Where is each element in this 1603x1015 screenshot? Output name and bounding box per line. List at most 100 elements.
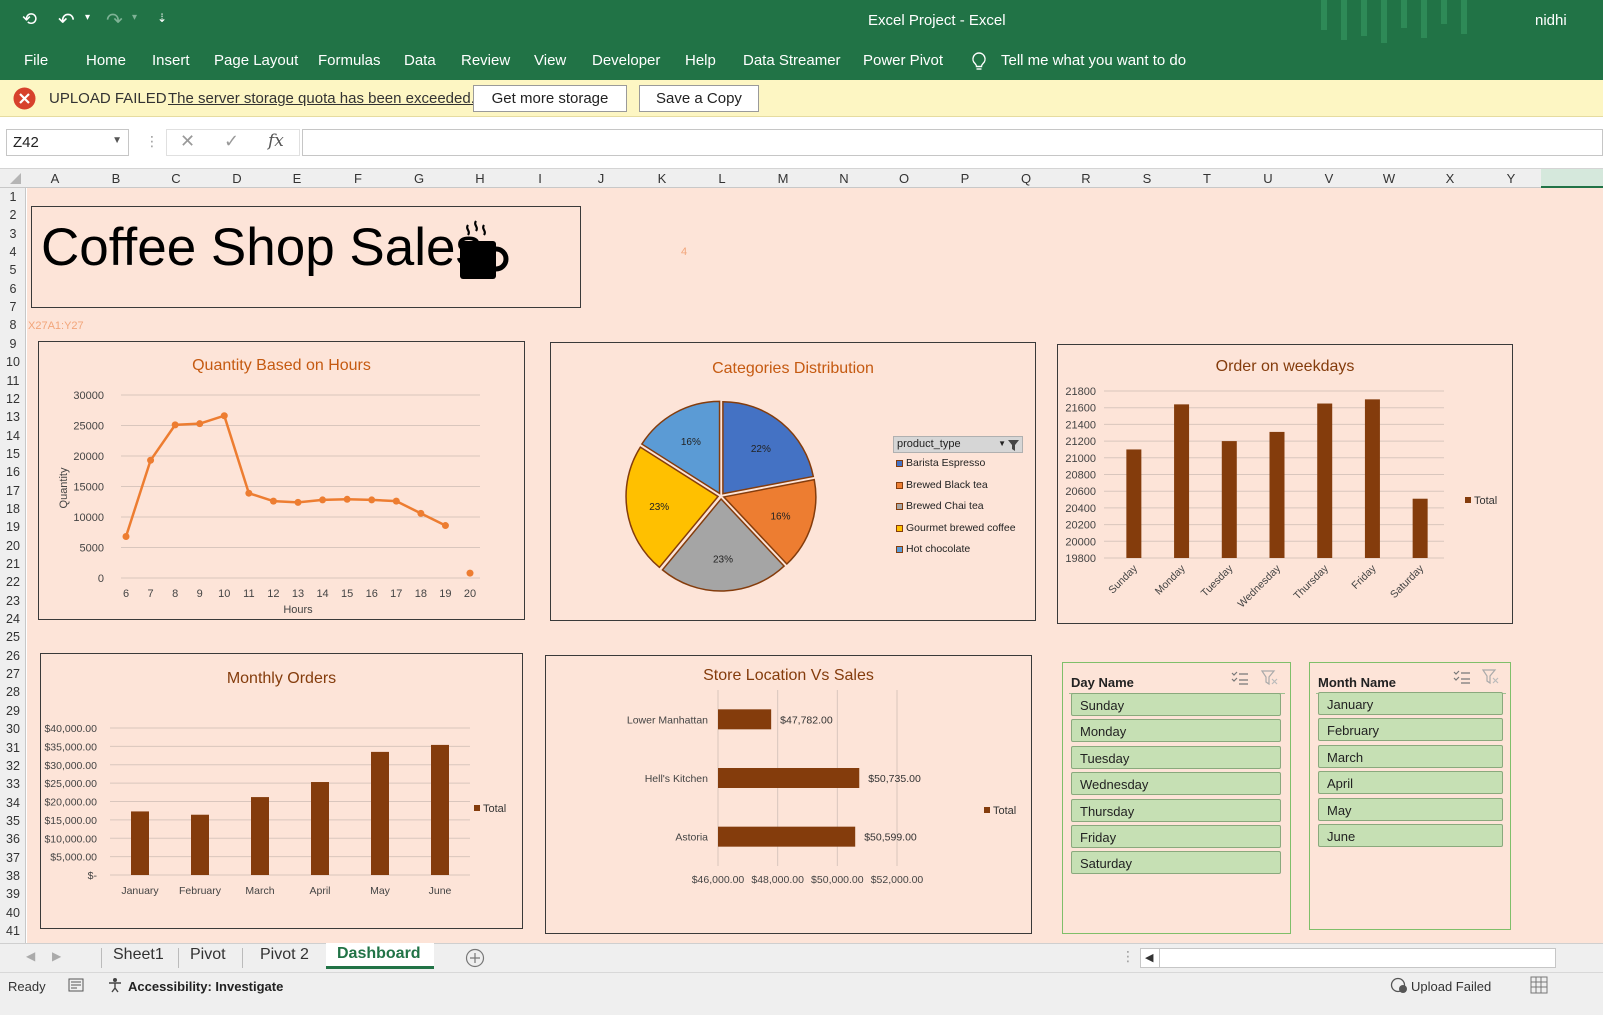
- scroll-tabs-left-icon[interactable]: ◀: [26, 949, 35, 963]
- chart-store-location[interactable]: Store Location Vs Sales $46,000.00 $48,00…: [545, 655, 1032, 934]
- row-header-12[interactable]: 12: [0, 392, 26, 406]
- row-header-36[interactable]: 36: [0, 832, 26, 846]
- month-name-slicer[interactable]: Month Name January February March April May J…: [1309, 662, 1511, 930]
- slicer-item-friday[interactable]: Friday: [1071, 825, 1281, 848]
- slicer-item-may[interactable]: May: [1318, 797, 1503, 821]
- column-header-o[interactable]: O: [894, 171, 914, 186]
- row-header-39[interactable]: 39: [0, 887, 26, 901]
- column-header-r[interactable]: R: [1076, 171, 1096, 186]
- row-header-1[interactable]: 1: [0, 190, 26, 204]
- row-header-14[interactable]: 14: [0, 429, 26, 443]
- slicer-item-monday[interactable]: Monday: [1071, 719, 1281, 743]
- tab-split-grip-icon[interactable]: ⋮: [1121, 948, 1135, 965]
- slicer-item-january[interactable]: January: [1318, 692, 1503, 715]
- clear-filter-icon[interactable]: [1261, 670, 1279, 686]
- row-header-29[interactable]: 29: [0, 704, 26, 718]
- column-header-t[interactable]: T: [1197, 171, 1217, 186]
- tab-page-layout[interactable]: Page Layout: [214, 52, 298, 69]
- chart-quantity-hours[interactable]: Quantity Based on Hours 30000 25000 20000 1…: [38, 341, 525, 620]
- message-link[interactable]: The server storage quota has been exceed…: [168, 90, 475, 107]
- column-header-c[interactable]: C: [166, 171, 186, 186]
- redo-dropdown-icon[interactable]: ▾: [132, 12, 137, 23]
- tab-file[interactable]: File: [24, 52, 48, 69]
- slicer-item-march[interactable]: March: [1318, 744, 1503, 768]
- column-header-f[interactable]: F: [348, 171, 368, 186]
- sheet-tab-pivot-2[interactable]: Pivot 2: [260, 946, 309, 964]
- horizontal-scrollbar[interactable]: ◀: [1140, 948, 1556, 968]
- column-header-s[interactable]: S: [1137, 171, 1157, 186]
- column-header-m[interactable]: M: [773, 171, 793, 186]
- row-header-34[interactable]: 34: [0, 796, 26, 810]
- column-header-v[interactable]: V: [1319, 171, 1339, 186]
- tell-me-search[interactable]: Tell me what you want to do: [1001, 52, 1186, 69]
- tab-power-pivot[interactable]: Power Pivot: [863, 52, 943, 69]
- row-header-20[interactable]: 20: [0, 539, 26, 553]
- user-name[interactable]: nidhi: [1535, 12, 1567, 29]
- row-header-7[interactable]: 7: [0, 300, 26, 314]
- row-header-18[interactable]: 18: [0, 502, 26, 516]
- filter-icon[interactable]: [1008, 440, 1019, 451]
- column-header-w[interactable]: W: [1379, 171, 1399, 186]
- row-header-40[interactable]: 40: [0, 906, 26, 920]
- row-header-33[interactable]: 33: [0, 777, 26, 791]
- get-more-storage-button[interactable]: Get more storage: [473, 85, 627, 112]
- sheet-tab-sheet1[interactable]: Sheet1: [113, 946, 164, 964]
- row-header-16[interactable]: 16: [0, 465, 26, 479]
- row-header-24[interactable]: 24: [0, 612, 26, 626]
- tab-review[interactable]: Review: [461, 52, 510, 69]
- column-header-i[interactable]: I: [530, 171, 550, 186]
- tab-view[interactable]: View: [534, 52, 566, 69]
- row-header-17[interactable]: 17: [0, 484, 26, 498]
- tab-data[interactable]: Data: [404, 52, 436, 69]
- chart-order-weekdays[interactable]: Order on weekdays 21800 21600 21400 21200 21…: [1057, 344, 1513, 624]
- row-header-21[interactable]: 21: [0, 557, 26, 571]
- tab-data-streamer[interactable]: Data Streamer: [743, 52, 841, 69]
- row-header-35[interactable]: 35: [0, 814, 26, 828]
- column-header-g[interactable]: G: [409, 171, 429, 186]
- name-box[interactable]: Z42 ▼: [6, 129, 129, 156]
- cancel-icon[interactable]: ✕: [180, 131, 195, 152]
- add-sheet-icon[interactable]: [465, 948, 485, 968]
- slicer-item-wednesday[interactable]: Wednesday: [1071, 772, 1281, 796]
- sheet-tab-pivot[interactable]: Pivot: [190, 946, 226, 964]
- chart-categories[interactable]: Categories Distribution 22% 16% 23% 23% 16% …: [550, 342, 1036, 621]
- tab-formulas[interactable]: Formulas: [318, 52, 381, 69]
- slicer-item-april[interactable]: April: [1318, 771, 1503, 795]
- multi-select-icon[interactable]: [1231, 670, 1249, 686]
- tab-home[interactable]: Home: [86, 52, 126, 69]
- row-header-19[interactable]: 19: [0, 520, 26, 534]
- status-upload[interactable]: Upload Failed: [1411, 979, 1491, 994]
- row-header-8[interactable]: 8: [0, 318, 26, 332]
- row-header-6[interactable]: 6: [0, 282, 26, 296]
- tab-developer[interactable]: Developer: [592, 52, 660, 69]
- row-header-28[interactable]: 28: [0, 685, 26, 699]
- row-header-2[interactable]: 2: [0, 208, 26, 222]
- column-header-b[interactable]: B: [106, 171, 126, 186]
- row-header-41[interactable]: 41: [0, 924, 26, 938]
- autosave-icon[interactable]: ⟲: [22, 9, 37, 30]
- chart-monthly-orders[interactable]: Monthly Orders $40,000.00 $35,000.00 $30,0…: [40, 653, 523, 929]
- formula-bar-grip-icon[interactable]: ⋮: [145, 133, 159, 150]
- column-header-x[interactable]: X: [1440, 171, 1460, 186]
- column-header-j[interactable]: J: [591, 171, 611, 186]
- column-header-n[interactable]: N: [834, 171, 854, 186]
- column-header-l[interactable]: L: [712, 171, 732, 186]
- row-header-23[interactable]: 23: [0, 594, 26, 608]
- tab-help[interactable]: Help: [685, 52, 716, 69]
- row-header-11[interactable]: 11: [0, 374, 26, 388]
- row-header-26[interactable]: 26: [0, 649, 26, 663]
- sheet-area[interactable]: Coffee Shop Sales 4 X27A1:Y27 Quantity B…: [27, 188, 1603, 943]
- undo-dropdown-icon[interactable]: ▾: [85, 12, 90, 23]
- row-header-32[interactable]: 32: [0, 759, 26, 773]
- row-header-13[interactable]: 13: [0, 410, 26, 424]
- column-header-q[interactable]: Q: [1016, 171, 1036, 186]
- formula-input[interactable]: [302, 129, 1603, 156]
- slicer-item-june[interactable]: June: [1318, 824, 1503, 847]
- slicer-item-sunday[interactable]: Sunday: [1071, 693, 1281, 716]
- scroll-left-icon[interactable]: ◀: [1145, 951, 1153, 964]
- sheet-tab-dashboard[interactable]: Dashboard: [326, 943, 434, 969]
- row-header-25[interactable]: 25: [0, 630, 26, 644]
- insert-function-icon[interactable]: fx: [268, 131, 284, 151]
- row-header-22[interactable]: 22: [0, 575, 26, 589]
- day-name-slicer[interactable]: Day Name Sunday Monday Tuesday Wednesday Thu…: [1062, 662, 1291, 934]
